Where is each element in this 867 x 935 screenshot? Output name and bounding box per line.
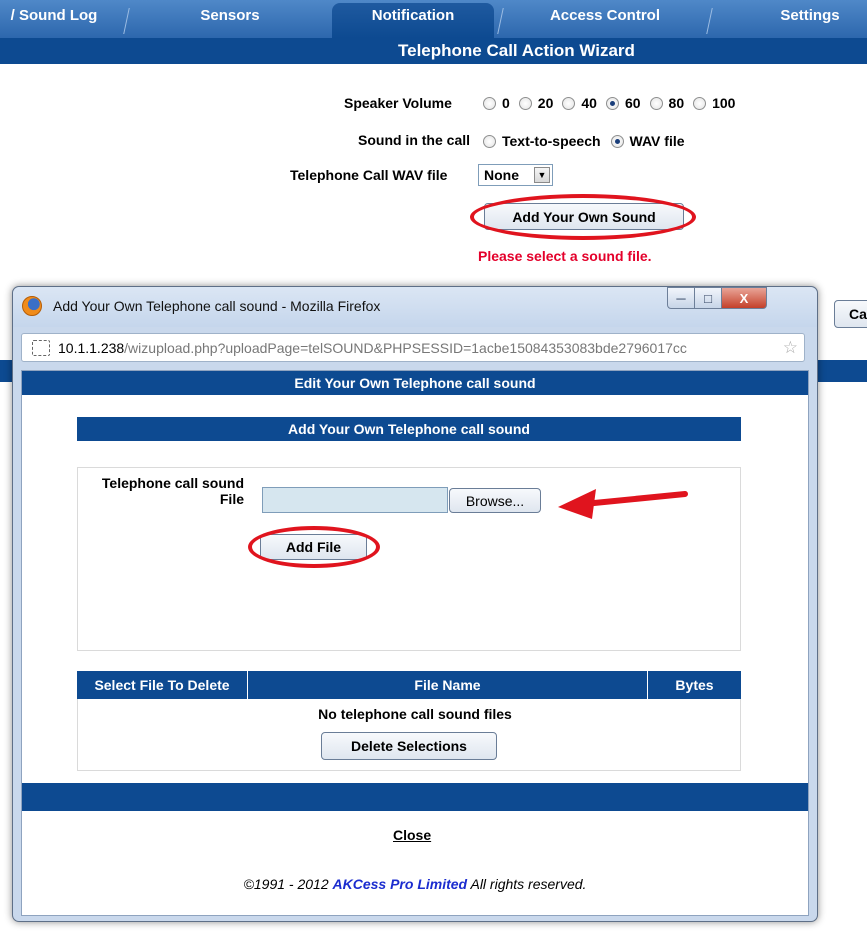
radio-button[interactable]: [562, 96, 576, 110]
copyright-text: ©1991 - 2012 AKCess Pro Limited All righ…: [243, 876, 587, 892]
radio-button[interactable]: [518, 96, 532, 110]
column-bytes: Bytes: [648, 671, 741, 699]
annotation-arrow: [558, 489, 688, 519]
tab-separator: [497, 8, 504, 34]
radio-button-selected[interactable]: [605, 96, 619, 110]
radio-button-selected[interactable]: [610, 134, 624, 148]
cancel-button-partial[interactable]: Ca: [834, 300, 867, 328]
volume-option-0[interactable]: 0: [483, 95, 510, 111]
maximize-icon: □: [704, 290, 712, 306]
window-title: Add Your Own Telephone call sound - Mozi…: [53, 298, 381, 314]
tab-separator: [123, 8, 130, 34]
site-identity-icon[interactable]: [32, 339, 50, 356]
close-icon: X: [739, 290, 749, 306]
tab-sensors[interactable]: Sensors: [130, 3, 330, 38]
tab-sound-log[interactable]: / Sound Log: [0, 3, 114, 38]
minimize-button[interactable]: ─: [667, 287, 695, 309]
tab-notification[interactable]: Notification: [332, 3, 494, 38]
footer-bar: [22, 783, 808, 811]
radio-button[interactable]: [649, 96, 663, 110]
firefox-icon: [22, 296, 42, 316]
column-select-file: Select File To Delete: [77, 671, 248, 699]
close-link[interactable]: Close: [393, 827, 431, 843]
minimize-icon: ─: [676, 290, 686, 306]
error-message: Please select a sound file.: [478, 248, 652, 264]
address-bar[interactable]: 10.1.1.238/wizupload.php?uploadPage=telS…: [21, 333, 805, 362]
wav-file-select[interactable]: None ▼: [478, 164, 553, 186]
close-window-button[interactable]: X: [721, 287, 767, 309]
file-field-label: Telephone call sound File: [101, 475, 244, 507]
browse-button[interactable]: Browse...: [449, 488, 541, 513]
radio-button[interactable]: [483, 134, 496, 148]
sound-type-radio-group: Text-to-speech WAV file: [483, 133, 694, 149]
sound-option-wav[interactable]: WAV file: [610, 133, 685, 149]
tab-settings[interactable]: Settings: [715, 3, 867, 38]
tab-separator: [706, 8, 713, 34]
url-host: 10.1.1.238: [58, 339, 125, 356]
volume-option-40[interactable]: 40: [562, 95, 597, 111]
sound-option-tts[interactable]: Text-to-speech: [483, 133, 601, 149]
volume-option-80[interactable]: 80: [649, 95, 684, 111]
volume-option-20[interactable]: 20: [518, 95, 553, 111]
column-file-name: File Name: [248, 671, 648, 699]
annotation-highlight-circle: [470, 194, 696, 240]
maximize-button[interactable]: □: [694, 287, 722, 309]
volume-option-60[interactable]: 60: [605, 95, 641, 111]
chevron-down-icon[interactable]: ▼: [534, 167, 550, 183]
edit-sound-header: Edit Your Own Telephone call sound: [22, 371, 808, 395]
wav-file-label: Telephone Call WAV file: [290, 167, 448, 183]
speaker-volume-label: Speaker Volume: [344, 95, 452, 111]
volume-option-100[interactable]: 100: [693, 95, 735, 111]
bookmark-star-icon[interactable]: ☆: [783, 338, 798, 358]
files-table-header: Select File To Delete File Name Bytes: [77, 671, 741, 699]
popup-window: Add Your Own Telephone call sound - Mozi…: [12, 286, 818, 922]
annotation-highlight-circle: [248, 526, 380, 568]
tab-access-control[interactable]: Access Control: [505, 3, 705, 38]
url-path: /wizupload.php?uploadPage=telSOUND&PHPSE…: [124, 339, 687, 356]
empty-files-message: No telephone call sound files: [318, 706, 512, 722]
speaker-volume-radio-group: 0 20 40 60 80 100: [483, 95, 744, 111]
window-titlebar[interactable]: Add Your Own Telephone call sound - Mozi…: [13, 287, 817, 327]
brand-name: AKCess Pro Limited: [332, 876, 468, 892]
radio-button[interactable]: [693, 96, 707, 110]
wav-file-selected-value: None: [484, 167, 519, 183]
sound-in-call-label: Sound in the call: [358, 132, 471, 148]
wizard-title-bar: Telephone Call Action Wizard: [0, 38, 867, 64]
wizard-title: Telephone Call Action Wizard: [398, 41, 635, 60]
delete-selections-button[interactable]: Delete Selections: [321, 732, 497, 760]
file-path-input[interactable]: [262, 487, 448, 513]
radio-button[interactable]: [483, 96, 496, 110]
popup-content: Edit Your Own Telephone call sound Add Y…: [21, 370, 809, 916]
top-nav-bar: / Sound Log Sensors Notification Access …: [0, 0, 867, 38]
add-sound-subheader: Add Your Own Telephone call sound: [77, 417, 741, 441]
